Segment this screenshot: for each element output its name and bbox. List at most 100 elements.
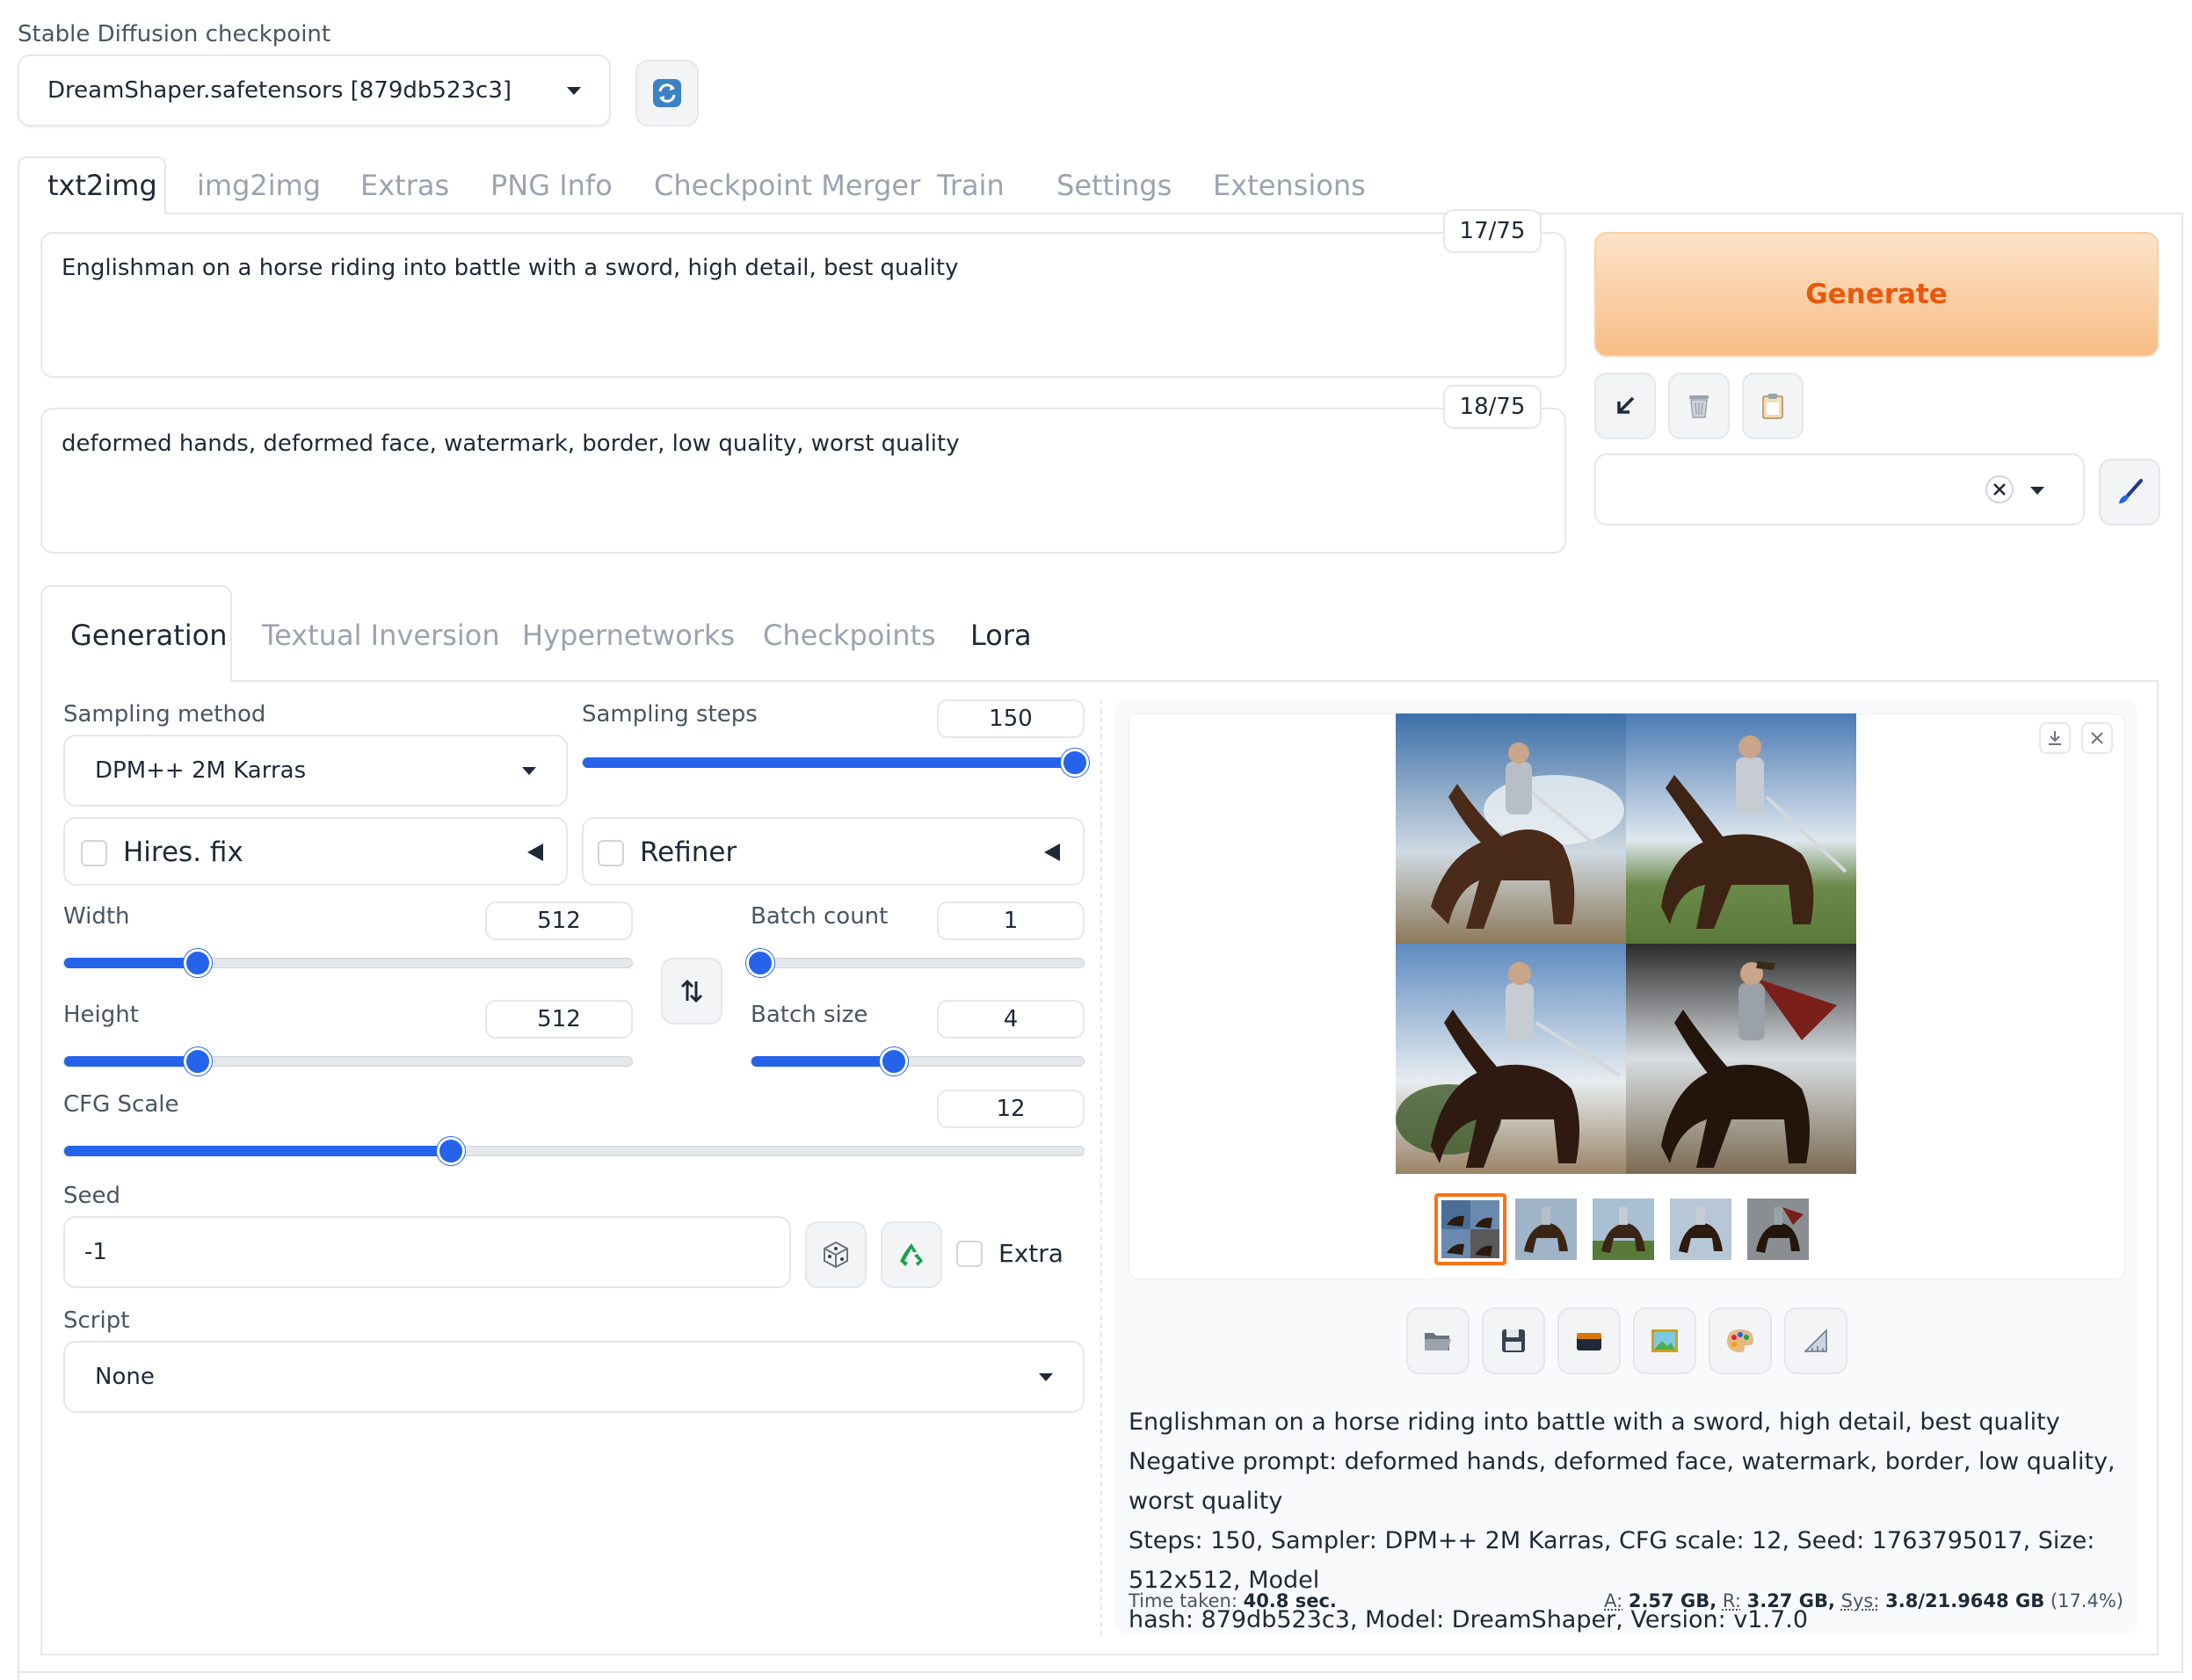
tab-generation[interactable]: Generation	[70, 619, 228, 652]
checkpoint-dropdown[interactable]: DreamShaper.safetensors [879db523c3]	[18, 54, 611, 127]
batch-count-slider[interactable]	[746, 949, 1085, 977]
cfg-scale-slider[interactable]	[63, 1137, 1085, 1165]
generate-button[interactable]: Generate	[1594, 232, 2159, 357]
image-thumbnail	[1593, 1198, 1654, 1260]
chevron-down-icon	[2030, 487, 2044, 495]
width-slider[interactable]	[63, 949, 633, 977]
random-seed-button[interactable]	[805, 1221, 867, 1288]
sampling-steps-label: Sampling steps	[582, 701, 758, 728]
slider-fill	[64, 958, 198, 968]
negative-prompt-textarea[interactable]: deformed hands, deformed face, watermark…	[40, 408, 1566, 554]
info-negative-prompt: Negative prompt: deformed hands, deforme…	[1129, 1448, 2116, 1515]
tab-checkpoints[interactable]: Checkpoints	[763, 619, 936, 652]
extra-seed-label: Extra	[998, 1239, 1063, 1268]
tab-extensions[interactable]: Extensions	[1213, 169, 1366, 202]
refiner-checkbox[interactable]	[598, 840, 624, 866]
send-to-img2img-button[interactable]	[1633, 1307, 1696, 1374]
seed-input[interactable]: -1	[63, 1216, 791, 1288]
horse-rider-image	[1396, 713, 1856, 1174]
column-divider	[1100, 699, 1102, 1636]
height-slider[interactable]	[63, 1047, 633, 1075]
refiner-label: Refiner	[640, 836, 737, 868]
tab-txt2img[interactable]: txt2img	[47, 169, 157, 202]
batch-size-label: Batch size	[751, 1002, 868, 1028]
slider-thumb[interactable]	[746, 949, 774, 977]
zip-button[interactable]	[1557, 1307, 1621, 1374]
thumbnail-2[interactable]	[1593, 1198, 1654, 1260]
prompt-token-counter: 17/75	[1443, 209, 1542, 253]
slider-thumb[interactable]	[184, 1047, 212, 1075]
generate-label: Generate	[1805, 279, 1948, 310]
info-prompt: Englishman on a horse riding into battle…	[1129, 1408, 2060, 1436]
refiner-accordion[interactable]: Refiner	[582, 817, 1085, 886]
slider-thumb[interactable]	[1061, 749, 1089, 777]
close-gallery-button[interactable]	[2081, 722, 2113, 754]
height-label: Height	[63, 1002, 139, 1028]
tab-lora[interactable]: Lora	[970, 619, 1032, 652]
open-folder-button[interactable]	[1406, 1307, 1470, 1374]
negative-prompt-token-counter: 18/75	[1443, 385, 1542, 429]
thumbnail-1[interactable]	[1515, 1198, 1577, 1260]
download-button[interactable]	[2039, 722, 2071, 754]
tab-train[interactable]: Train	[937, 169, 1005, 202]
tab-settings[interactable]: Settings	[1056, 169, 1172, 202]
image-thumbnail	[1515, 1198, 1577, 1260]
tab-hypernetworks[interactable]: Hypernetworks	[522, 619, 735, 652]
styles-dropdown[interactable]	[1594, 453, 2085, 525]
collapse-arrow-icon[interactable]	[527, 844, 543, 861]
checkpoint-label: Stable Diffusion checkpoint	[18, 21, 331, 47]
thumbnail-3[interactable]	[1670, 1198, 1731, 1260]
seed-value: -1	[84, 1239, 107, 1265]
hires-fix-checkbox[interactable]	[81, 840, 107, 866]
refresh-checkpoint-button[interactable]	[635, 60, 699, 127]
tab-checkpoint-merger[interactable]: Checkpoint Merger	[654, 169, 920, 202]
swap-dimensions-button[interactable]	[661, 958, 722, 1025]
paste-styles-button[interactable]	[1742, 373, 1804, 439]
reuse-seed-button[interactable]	[881, 1221, 942, 1288]
prompt-textarea[interactable]: Englishman on a horse riding into battle…	[40, 232, 1566, 378]
clear-prompt-button[interactable]	[1668, 373, 1730, 439]
memory-usage: A: 2.57 GB, R: 3.27 GB, Sys: 3.8/21.9648…	[1604, 1590, 2123, 1611]
slider-thumb[interactable]	[880, 1047, 908, 1075]
hires-fix-label: Hires. fix	[123, 836, 243, 868]
image-icon	[1651, 1329, 1678, 1352]
read-params-button[interactable]	[1594, 373, 1656, 439]
height-input[interactable]: 512	[485, 1000, 633, 1039]
refresh-icon	[653, 79, 681, 107]
sampling-method-dropdown[interactable]: DPM++ 2M Karras	[63, 735, 568, 807]
hires-fix-accordion[interactable]: Hires. fix	[63, 817, 568, 886]
tab-extras[interactable]: Extras	[360, 169, 449, 202]
batch-size-slider[interactable]	[751, 1047, 1085, 1075]
close-icon[interactable]	[1985, 474, 2014, 504]
slider-thumb[interactable]	[184, 949, 212, 977]
generated-image-grid[interactable]	[1396, 713, 1856, 1174]
slider-thumb[interactable]	[437, 1137, 465, 1165]
dice-icon	[824, 1241, 848, 1269]
width-input[interactable]: 512	[485, 902, 633, 940]
tab-png-info[interactable]: PNG Info	[490, 169, 613, 202]
tab-img2img[interactable]: img2img	[197, 169, 321, 202]
send-to-extras-button[interactable]	[1784, 1307, 1847, 1374]
tab-textual-inversion[interactable]: Textual Inversion	[262, 619, 500, 652]
save-icon	[1502, 1329, 1525, 1352]
download-icon	[2049, 731, 2061, 745]
script-dropdown[interactable]: None	[63, 1341, 1085, 1413]
batch-size-input[interactable]: 4	[937, 1000, 1085, 1039]
mem-a-value: 2.57 GB,	[1628, 1590, 1717, 1611]
cfg-scale-input[interactable]: 12	[937, 1090, 1085, 1128]
width-label: Width	[63, 903, 130, 930]
batch-count-input[interactable]: 1	[937, 902, 1085, 940]
sampling-steps-slider[interactable]	[582, 749, 1089, 777]
brush-icon	[2119, 479, 2143, 503]
save-button[interactable]	[1482, 1307, 1545, 1374]
thumbnail-grid[interactable]	[1434, 1193, 1506, 1265]
extra-seed-checkbox[interactable]	[956, 1241, 983, 1267]
collapse-arrow-icon[interactable]	[1044, 844, 1060, 861]
sampling-steps-input[interactable]: 150	[937, 699, 1085, 738]
time-taken: Time taken: 40.8 sec.	[1129, 1590, 1337, 1611]
thumbnail-4[interactable]	[1747, 1198, 1809, 1260]
folder-icon	[1425, 1333, 1451, 1351]
edit-styles-button[interactable]	[2099, 459, 2160, 525]
time-taken-value: 40.8 sec.	[1243, 1590, 1337, 1611]
send-to-inpaint-button[interactable]	[1709, 1307, 1772, 1374]
